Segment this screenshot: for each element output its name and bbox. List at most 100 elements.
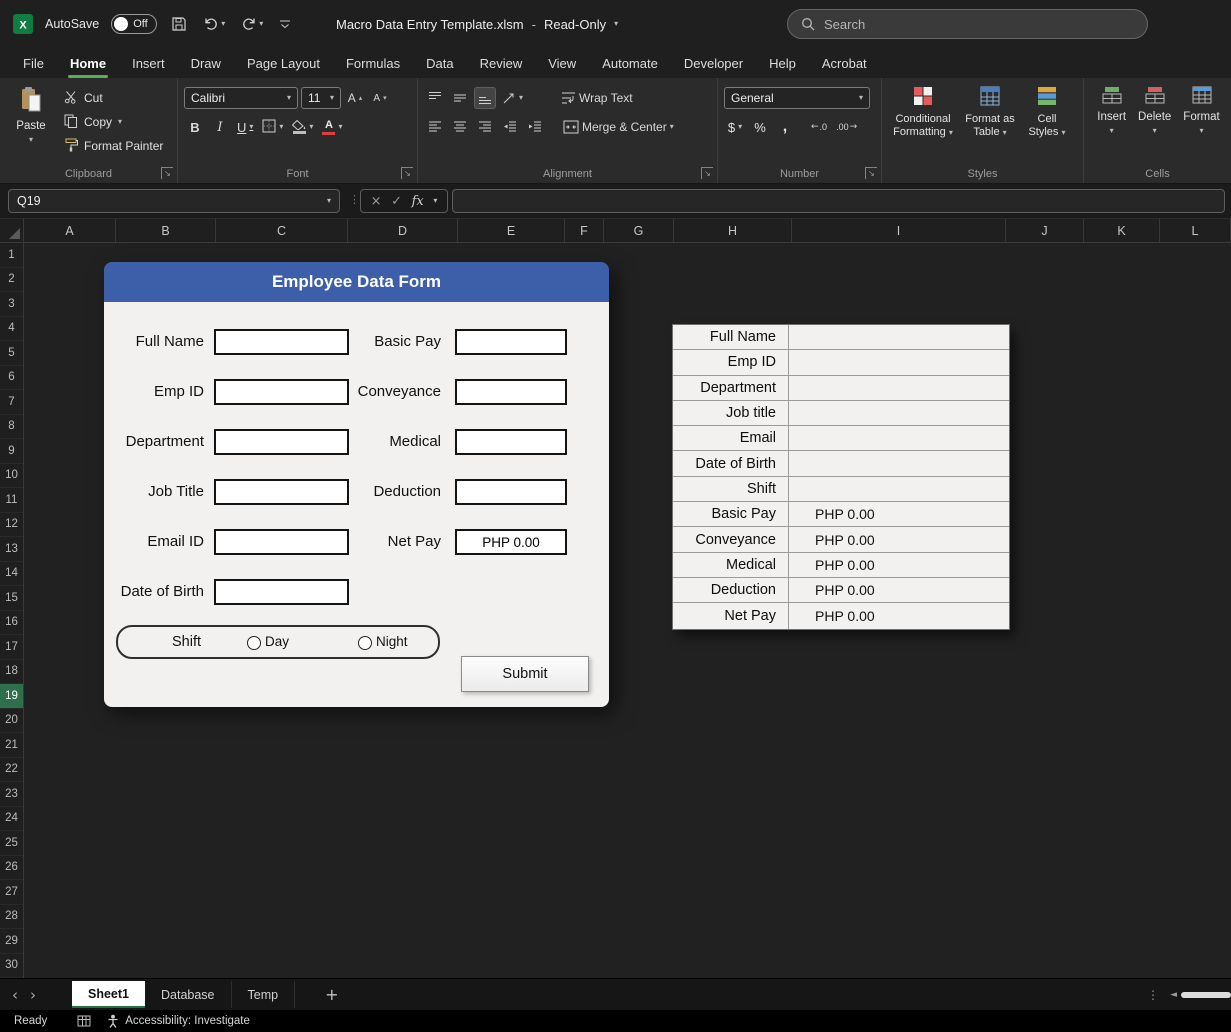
row-header-29[interactable]: 29: [0, 929, 23, 954]
wrap-text-button[interactable]: Wrap Text: [558, 87, 636, 109]
sheet-options-icon[interactable]: ⋮: [1147, 988, 1159, 1002]
row-header-23[interactable]: 23: [0, 782, 23, 807]
form-input-emp-id[interactable]: [214, 379, 349, 405]
comma-style-button[interactable]: ,: [774, 116, 796, 138]
align-bottom-button[interactable]: [474, 87, 496, 109]
row-header-18[interactable]: 18: [0, 660, 23, 685]
ribbon-tab-automate[interactable]: Automate: [589, 48, 671, 78]
font-size-select[interactable]: 11 ▾: [301, 87, 341, 109]
sheet-nav-left-icon[interactable]: ‹: [0, 986, 30, 1004]
decrease-indent-button[interactable]: [499, 116, 521, 138]
form-input-deduction[interactable]: [455, 479, 567, 505]
submit-button[interactable]: Submit: [461, 656, 589, 692]
row-header-26[interactable]: 26: [0, 856, 23, 881]
sheet-tab-database[interactable]: Database: [145, 981, 232, 1008]
autosave-toggle[interactable]: Off: [111, 14, 157, 34]
alignment-dialog-launcher[interactable]: ↘: [701, 167, 713, 179]
insert-function-icon[interactable]: fx: [412, 194, 424, 209]
ribbon-tab-view[interactable]: View: [535, 48, 589, 78]
form-input-department[interactable]: [214, 429, 349, 455]
undo-button[interactable]: ▾: [201, 16, 227, 32]
row-header-3[interactable]: 3: [0, 292, 23, 317]
format-painter-button[interactable]: Format Painter: [60, 135, 167, 157]
row-header-25[interactable]: 25: [0, 831, 23, 856]
ribbon-tab-developer[interactable]: Developer: [671, 48, 756, 78]
cut-button[interactable]: Cut: [60, 87, 167, 109]
hscroll-left-arrow-icon[interactable]: ◄: [1170, 990, 1177, 1000]
row-header-8[interactable]: 8: [0, 415, 23, 440]
column-header-b[interactable]: B: [116, 219, 216, 242]
ribbon-tab-data[interactable]: Data: [413, 48, 466, 78]
row-header-4[interactable]: 4: [0, 317, 23, 342]
increase-decimal-button[interactable]: ←.0: [808, 116, 830, 138]
ribbon-tab-home[interactable]: Home: [57, 48, 119, 78]
row-header-27[interactable]: 27: [0, 880, 23, 905]
delete-cells-button[interactable]: Delete ▾: [1136, 83, 1173, 165]
clipboard-dialog-launcher[interactable]: ↘: [161, 167, 173, 179]
format-as-table-button[interactable]: Format as Table ▾: [960, 83, 1020, 165]
column-header-d[interactable]: D: [348, 219, 458, 242]
number-format-select[interactable]: General ▾: [724, 87, 870, 109]
column-header-j[interactable]: J: [1006, 219, 1084, 242]
decrease-decimal-button[interactable]: .00→: [833, 116, 860, 138]
ribbon-tab-file[interactable]: File: [10, 48, 57, 78]
form-input-net-pay[interactable]: PHP 0.00: [455, 529, 567, 555]
row-header-5[interactable]: 5: [0, 341, 23, 366]
bold-button[interactable]: B: [184, 116, 206, 138]
formula-input[interactable]: [452, 189, 1225, 213]
radio-night[interactable]: [358, 636, 372, 650]
radio-day[interactable]: [247, 636, 261, 650]
align-left-button[interactable]: [424, 116, 446, 138]
ribbon-tab-draw[interactable]: Draw: [178, 48, 234, 78]
fill-color-button[interactable]: ▾: [289, 116, 316, 138]
font-name-select[interactable]: Calibri ▾: [184, 87, 298, 109]
form-input-job-title[interactable]: [214, 479, 349, 505]
ribbon-tab-formulas[interactable]: Formulas: [333, 48, 413, 78]
ribbon-tab-acrobat[interactable]: Acrobat: [809, 48, 880, 78]
align-top-button[interactable]: [424, 87, 446, 109]
quick-access-customize-button[interactable]: [277, 18, 293, 30]
enter-icon[interactable]: ✓: [391, 194, 402, 209]
form-input-full-name[interactable]: [214, 329, 349, 355]
row-header-15[interactable]: 15: [0, 586, 23, 611]
format-cells-button[interactable]: Format ▾: [1181, 83, 1221, 165]
row-header-10[interactable]: 10: [0, 464, 23, 489]
row-header-20[interactable]: 20: [0, 709, 23, 734]
merge-center-button[interactable]: Merge & Center ▾: [560, 116, 677, 138]
column-header-e[interactable]: E: [458, 219, 565, 242]
underline-button[interactable]: U▾: [234, 116, 256, 138]
new-sheet-button[interactable]: +: [325, 985, 338, 1004]
italic-button[interactable]: I: [209, 116, 231, 138]
sheet-nav-right-icon[interactable]: ›: [30, 986, 48, 1004]
select-all-corner[interactable]: [0, 219, 24, 242]
row-header-28[interactable]: 28: [0, 905, 23, 930]
ribbon-tab-review[interactable]: Review: [467, 48, 536, 78]
increase-indent-button[interactable]: [524, 116, 546, 138]
ribbon-tab-page-layout[interactable]: Page Layout: [234, 48, 333, 78]
form-input-date-of-birth[interactable]: [214, 579, 349, 605]
save-button[interactable]: [169, 16, 189, 32]
row-header-16[interactable]: 16: [0, 611, 23, 636]
row-header-22[interactable]: 22: [0, 758, 23, 783]
cell-styles-button[interactable]: Cell Styles ▾: [1022, 83, 1072, 165]
column-header-h[interactable]: H: [674, 219, 792, 242]
align-center-button[interactable]: [449, 116, 471, 138]
column-header-l[interactable]: L: [1160, 219, 1231, 242]
document-title[interactable]: Macro Data Entry Template.xlsm - Read-On…: [336, 0, 618, 48]
form-input-medical[interactable]: [455, 429, 567, 455]
name-box[interactable]: Q19 ▾: [8, 189, 340, 213]
form-input-conveyance[interactable]: [455, 379, 567, 405]
column-header-a[interactable]: A: [24, 219, 116, 242]
conditional-formatting-button[interactable]: Conditional Formatting ▾: [888, 83, 958, 165]
row-header-21[interactable]: 21: [0, 733, 23, 758]
search-box[interactable]: Search: [787, 9, 1148, 39]
form-input-basic-pay[interactable]: [455, 329, 567, 355]
form-input-email-id[interactable]: [214, 529, 349, 555]
sheet-tab-temp[interactable]: Temp: [232, 981, 296, 1008]
column-header-g[interactable]: G: [604, 219, 674, 242]
horizontal-scrollbar-thumb[interactable]: [1181, 992, 1231, 998]
row-header-14[interactable]: 14: [0, 562, 23, 587]
number-dialog-launcher[interactable]: ↘: [865, 167, 877, 179]
align-right-button[interactable]: [474, 116, 496, 138]
paste-button[interactable]: Paste ▾: [6, 83, 56, 165]
